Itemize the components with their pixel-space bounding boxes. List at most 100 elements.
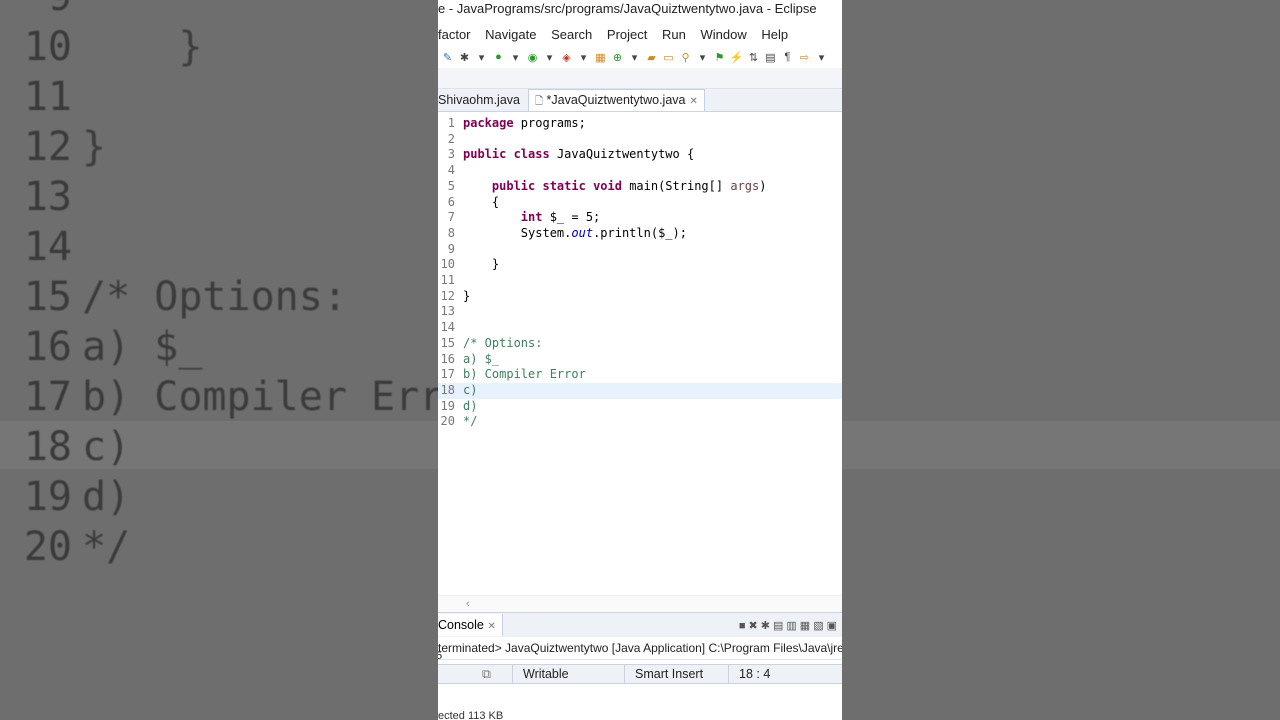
background-line-text: */ <box>82 524 131 570</box>
close-icon[interactable]: ✕ <box>487 621 495 632</box>
show-whitespace-icon[interactable]: ⇅ <box>746 51 761 64</box>
code-editor[interactable]: 1 package programs; 2 3 public class JavaQui… <box>438 112 842 595</box>
menu-window[interactable]: Window <box>700 27 746 42</box>
block-select-icon[interactable]: ▤ <box>763 51 778 64</box>
code-line[interactable]: 3 public class JavaQuiztwentytwo { <box>438 147 842 163</box>
code-token: main(String[] <box>629 178 731 193</box>
status-writable: Writable <box>512 665 624 683</box>
tab-javaquiztwentytwo[interactable]: 🗋 *JavaQuiztwentytwo.java ✕ <box>528 89 705 111</box>
code-line[interactable]: 18 c) <box>438 382 842 399</box>
next-annotation-icon[interactable]: ⚑ <box>712 51 727 64</box>
background-line-number: 13 <box>23 174 72 220</box>
code-token: } <box>463 257 500 272</box>
code-line[interactable]: 16 a) $_ <box>438 352 842 368</box>
background-code-line: 20 */ <box>0 522 130 572</box>
status-cursor-position[interactable]: 18 : 4 <box>728 665 812 683</box>
word-wrap-icon[interactable]: ▦ <box>800 620 813 632</box>
code-line[interactable]: 1 package programs; <box>438 116 842 132</box>
code-line[interactable]: 11 <box>438 273 842 289</box>
line-number: 9 <box>447 241 455 256</box>
scroll-lock-icon[interactable]: ▥ <box>786 620 799 632</box>
toolbar-spacer <box>438 68 842 89</box>
dropdown-arrow-icon[interactable]: ▾ <box>695 51 710 64</box>
dropdown-arrow-icon[interactable]: ▾ <box>508 51 523 64</box>
code-token: c) <box>463 382 478 397</box>
menu-run[interactable]: Run <box>662 27 686 42</box>
code-line[interactable]: 19 d) <box>438 399 842 415</box>
close-icon[interactable]: ✕ <box>689 96 697 107</box>
scroll-left-icon[interactable]: ‹ <box>466 598 470 610</box>
next-edit-icon[interactable]: ⇨ <box>797 51 812 64</box>
dropdown-arrow-icon[interactable]: ▾ <box>474 51 489 64</box>
code-token: args <box>730 178 760 193</box>
code-line[interactable]: 20 */ <box>438 414 842 430</box>
dropdown-arrow-icon[interactable]: ▾ <box>576 51 591 64</box>
remove-launch-icon[interactable]: ✖ <box>749 620 761 632</box>
code-line[interactable]: 9 <box>438 242 842 258</box>
status-insert-mode[interactable]: Smart Insert <box>624 665 728 683</box>
code-token: System. <box>463 225 572 240</box>
dropdown-arrow-icon[interactable]: ▾ <box>814 51 829 64</box>
pin-console-icon[interactable]: ▧ <box>813 620 826 632</box>
new-java-project-icon[interactable]: ▦ <box>593 51 608 64</box>
code-line[interactable]: 15 /* Options: <box>438 336 842 352</box>
code-line[interactable]: 10 } <box>438 257 842 273</box>
java-file-icon: 🗋 <box>535 96 544 107</box>
background-code-line: 14 <box>0 222 82 272</box>
line-number: 16 <box>440 351 455 366</box>
background-code-line: 11 <box>0 72 82 122</box>
tab-label: Shivaohm.java <box>438 93 520 107</box>
background-line-number: 19 <box>23 474 72 520</box>
code-token: b) Compiler Error <box>463 367 586 382</box>
background-line-number: 18 <box>23 424 72 470</box>
code-line[interactable]: 5 public static void main(String[] args) <box>438 179 842 195</box>
code-line[interactable]: 12} <box>438 289 842 305</box>
new-package-icon[interactable]: ⊕ <box>610 51 625 64</box>
code-line[interactable]: 4 <box>438 163 842 179</box>
highlight-icon[interactable]: ⚡ <box>729 51 744 64</box>
menu-project[interactable]: Project <box>607 27 647 42</box>
line-number: 3 <box>447 147 455 162</box>
tab-shivaohm[interactable]: Shivaohm.java <box>438 90 528 111</box>
code-token: } <box>463 288 471 303</box>
tab-console[interactable]: Console ✕ <box>438 614 503 636</box>
background-line-text: /* Options: <box>82 274 347 320</box>
run-icon[interactable]: ● <box>491 51 506 63</box>
menu-help[interactable]: Help <box>761 27 788 42</box>
background-line-number: 17 <box>23 374 72 420</box>
code-line[interactable]: 8 System.out.println($_); <box>438 226 842 242</box>
line-number: 19 <box>440 398 455 413</box>
terminate-icon[interactable]: ■ <box>739 620 749 632</box>
search-icon[interactable]: ⚲ <box>678 51 693 64</box>
dropdown-arrow-icon[interactable]: ▾ <box>542 51 557 64</box>
code-line[interactable]: 6 { <box>438 195 842 211</box>
remove-all-icon[interactable]: ✱ <box>761 620 773 632</box>
line-number: 13 <box>440 304 455 319</box>
external-tools-icon[interactable]: ◈ <box>559 51 574 64</box>
horizontal-scrollbar[interactable]: ‹ <box>438 595 842 612</box>
code-line[interactable]: 17 b) Compiler Error <box>438 367 842 383</box>
code-line[interactable]: 7 int $_ = 5; <box>438 210 842 226</box>
background-line-number: 15 <box>23 274 72 320</box>
open-folder-icon[interactable]: ▭ <box>661 51 676 64</box>
clear-console-icon[interactable]: ▤ <box>773 620 786 632</box>
code-token: $_ = 5; <box>549 210 601 225</box>
open-type-icon[interactable]: ▰ <box>644 51 659 64</box>
menu-search[interactable]: Search <box>551 27 592 42</box>
debug-icon[interactable]: ✱ <box>457 51 472 64</box>
toggle-mark-icon[interactable]: ✎ <box>440 51 455 64</box>
menu-refactor[interactable]: factor <box>438 27 471 42</box>
menu-navigate[interactable]: Navigate <box>485 27 536 42</box>
paragraph-icon[interactable]: ¶ <box>780 51 795 63</box>
code-line[interactable]: 14 <box>438 320 842 336</box>
window-title: e - JavaPrograms/src/programs/JavaQuiztw… <box>438 1 817 16</box>
code-line[interactable]: 2 <box>438 132 842 148</box>
dropdown-arrow-icon[interactable]: ▾ <box>627 51 642 64</box>
toolbar: ✎ ✱ ▾ ● ▾ ◉ ▾ ◈ ▾ ▦ ⊕ ▾ ▰ ▭ ⚲ ▾ ⚑ ⚡ ⇅ ▤ … <box>438 46 842 68</box>
code-line[interactable]: 13 <box>438 304 842 320</box>
display-console-icon[interactable]: ▣ <box>827 620 840 632</box>
code-token: programs; <box>520 116 586 130</box>
coverage-icon[interactable]: ◉ <box>525 51 540 64</box>
background-line-number: 16 <box>23 324 72 370</box>
